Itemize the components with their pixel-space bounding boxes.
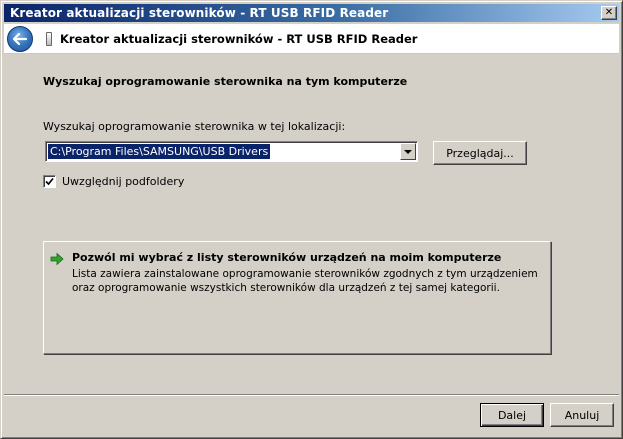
chevron-down-icon: [404, 149, 412, 154]
location-value[interactable]: C:\Program Files\SAMSUNG\USB Drivers: [48, 144, 271, 159]
option-title[interactable]: Pozwól mi wybrać z listy sterowników urz…: [72, 251, 501, 264]
close-icon: ✕: [604, 7, 614, 18]
back-arrow-icon: [13, 32, 27, 45]
close-button[interactable]: ✕: [601, 6, 617, 20]
wizard-title: Kreator aktualizacji sterowników - RT US…: [60, 31, 418, 46]
title-bar[interactable]: Kreator aktualizacji sterowników - RT US…: [4, 4, 619, 22]
cancel-button[interactable]: Anuluj: [550, 403, 614, 427]
wizard-content: Wyszukaj oprogramowanie sterownika na ty…: [23, 63, 603, 393]
option-description: Lista zawiera zainstalowane oprogramowan…: [72, 268, 538, 294]
browse-button[interactable]: Przeglądaj...: [433, 141, 527, 165]
include-subfolders-row[interactable]: Uwzględnij podfoldery: [43, 175, 184, 188]
location-dropdown-button[interactable]: [400, 143, 416, 160]
driver-update-wizard-window: Kreator aktualizacji sterowników - RT US…: [0, 0, 623, 439]
next-button[interactable]: Dalej: [480, 403, 544, 427]
location-combobox[interactable]: C:\Program Files\SAMSUNG\USB Drivers: [45, 141, 418, 162]
window-title: Kreator aktualizacji sterowników - RT US…: [10, 6, 389, 20]
usb-device-icon: [46, 31, 52, 46]
wizard-header: Kreator aktualizacji sterowników - RT US…: [4, 24, 619, 54]
include-subfolders-checkbox[interactable]: [43, 175, 56, 188]
page-heading: Wyszukaj oprogramowanie sterownika na ty…: [43, 75, 408, 88]
green-arrow-icon: [50, 252, 64, 266]
checkmark-icon: [45, 177, 54, 186]
pick-from-list-option[interactable]: Pozwól mi wybrać z listy sterowników urz…: [43, 241, 551, 354]
search-location-label: Wyszukaj oprogramowanie sterownika w tej…: [43, 120, 346, 133]
include-subfolders-label[interactable]: Uwzględnij podfoldery: [62, 175, 184, 188]
footer-divider: [4, 394, 619, 396]
back-button[interactable]: [7, 25, 33, 52]
